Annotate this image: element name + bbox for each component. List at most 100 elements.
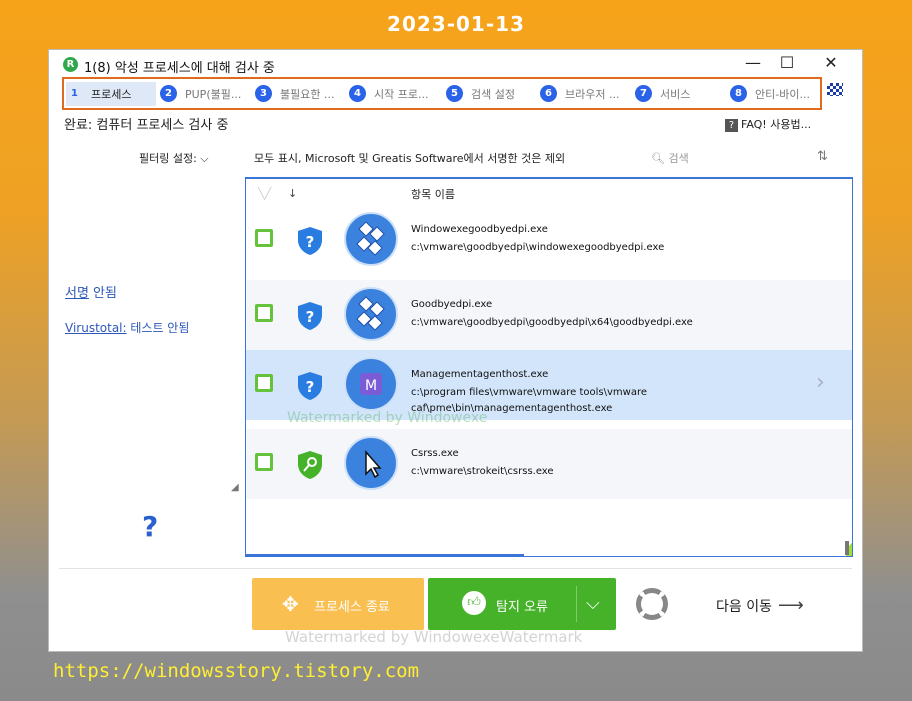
process-name: Windowexegoodbyedpi.exe [411,224,548,235]
shield-unknown-icon: ? [298,372,322,400]
move-target-icon: ✥ [282,592,299,616]
step-4-startup[interactable]: 4 시작 프로... [349,82,428,106]
app-logo-icon: R [63,57,78,72]
step-3-unwanted[interactable]: 3 불필요한 ... [255,82,334,106]
svg-text:M: M [365,378,377,394]
shield-verified-icon [298,451,322,479]
row-checkbox[interactable] [255,453,273,471]
goodbyedpi-icon [344,212,398,266]
select-all-chevron-icon[interactable]: ╲╱ [258,187,271,200]
process-name: Csrss.exe [411,448,459,459]
chevron-down-icon[interactable]: ⌵ [586,593,600,614]
svg-text:?: ? [306,378,315,396]
thumbs-up-icon: 👍︎ [462,591,486,615]
step-8-antivirus[interactable]: 8 안티-바이... [730,82,810,106]
false-positive-label: 탐지 오류 [496,600,548,615]
signature-info: 서명 안됨 [65,282,117,301]
process-path: c:\vmware\goodbyedpi\goodbyedpi\x64\good… [411,317,693,328]
process-path: c:\vmware\strokeit\csrss.exe [411,466,554,477]
next-label: 다음 이동 [716,599,772,615]
kill-process-label: 프로세스 종료 [314,600,390,615]
maximize-button[interactable]: ☐ [765,52,809,76]
svg-text:?: ? [306,308,315,326]
svg-text:?: ? [306,233,315,251]
step-label: 서비스 [660,88,691,101]
step-number: 1 [71,88,78,99]
faq-label: FAQ! 사용법... [741,118,812,131]
title-bar: R 1(8) 악성 프로세스에 대해 검사 중 — ☐ ✕ [49,50,862,78]
expand-chevron-icon[interactable]: › [816,370,825,395]
next-button[interactable]: 다음 이동 ⟶ [716,595,804,616]
search-icon: 🔍︎ [651,152,665,165]
step-2-pup[interactable]: 2 PUP(불필... [160,82,241,106]
scroll-progress [246,554,524,556]
step-5-search-settings[interactable]: 5 검색 설정 [446,82,515,106]
sort-icon[interactable]: ⇅ [817,149,828,164]
signature-link[interactable]: 서명 [65,286,89,301]
row-checkbox[interactable] [255,374,273,392]
virustotal-link[interactable]: Virustotal: [65,321,127,335]
lifebuoy-icon[interactable] [636,588,668,620]
step-number: 2 [160,85,177,102]
step-number: 7 [635,85,652,102]
step-number: 6 [540,85,557,102]
vmware-icon: M [344,357,398,411]
column-header-name[interactable]: 항목 이름 [411,186,455,202]
search-input[interactable]: 🔍︎ 검색 [651,150,689,166]
blog-url: https://windowsstory.tistory.com [53,660,420,682]
window-title: 1(8) 악성 프로세스에 대해 검사 중 [84,61,275,76]
watermark-bottom: Watermarked by WindowexeWatermark [285,628,583,646]
step-navigation: 1 프로세스 2 PUP(불필... 3 불필요한 ... 4 시작 프로... 5 검색… [62,77,822,110]
step-label: 브라우저 ... [565,88,620,101]
goodbyedpi-icon [344,287,398,341]
scrollbar[interactable] [845,541,849,555]
help-icon: ? [725,119,738,132]
scan-status: 완료: 컴퓨터 프로세스 검사 중 [64,118,229,133]
watermark-mid: Watermarked by Windowexe [287,410,488,426]
step-label: PUP(불필... [185,88,242,101]
step-number: 3 [255,85,272,102]
help-question-icon[interactable]: ? [142,510,158,543]
filter-settings-dropdown[interactable]: 필터링 설정: ⌵ [139,150,209,166]
search-placeholder: 검색 [668,152,689,165]
step-label: 시작 프로... [374,88,429,101]
shield-unknown-icon: ? [298,302,322,330]
step-1-processes[interactable]: 1 프로세스 [66,82,156,106]
row-checkbox[interactable] [255,304,273,322]
step-6-browser[interactable]: 6 브라우저 ... [540,82,619,106]
cursor-icon [344,436,398,490]
shield-unknown-icon: ? [298,227,322,255]
process-list: ╲╱ ↓ 항목 이름 ? Windowexegoodbyedpi.exe c:\… [245,177,853,557]
virustotal-value: 테스트 안됨 [126,321,190,335]
step-number: 5 [446,85,463,102]
step-label: 안티-바이... [755,88,810,101]
date-overlay: 2023-01-13 [387,12,525,36]
step-label: 검색 설정 [471,88,515,101]
step-7-services[interactable]: 7 서비스 [635,82,690,106]
arrow-right-icon: ⟶ [777,595,804,616]
resize-grip-icon[interactable]: ◢ [231,482,239,493]
table-row[interactable]: ? Windowexegoodbyedpi.exe c:\vmware\good… [246,205,852,275]
filter-value: 모두 표시, Microsoft 및 Greatis Software에서 서명… [254,152,566,165]
step-label: 불필요한 ... [280,88,335,101]
close-button[interactable]: ✕ [809,52,853,76]
false-positive-button[interactable]: 👍︎ 탐지 오류 ⌵ [428,578,616,630]
row-checkbox[interactable] [255,229,273,247]
table-row[interactable]: ? Goodbyedpi.exe c:\vmware\goodbyedpi\go… [246,280,852,556]
sort-arrow-icon[interactable]: ↓ [288,187,297,200]
process-name: Managementagenthost.exe [411,369,549,380]
button-separator [576,586,577,622]
app-window: R 1(8) 악성 프로세스에 대해 검사 중 — ☐ ✕ 1 프로세스 2 PUP… [49,50,862,651]
footer-divider [59,568,852,569]
process-name: Goodbyedpi.exe [411,299,493,310]
step-number: 4 [349,85,366,102]
finish-flag-icon[interactable] [827,83,843,96]
virustotal-info: Virustotal: 테스트 안됨 [65,319,189,336]
step-label: 프로세스 [91,88,132,101]
table-row[interactable]: Csrss.exe c:\vmware\strokeit\csrss.exe [246,429,852,499]
signature-value: 안됨 [88,286,117,301]
kill-process-button[interactable]: ✥ 프로세스 종료 [252,578,424,630]
faq-link[interactable]: ? FAQ! 사용법... [725,116,811,132]
process-path: c:\vmware\goodbyedpi\windowexegoodbyedpi… [411,242,665,253]
step-number: 8 [730,85,747,102]
